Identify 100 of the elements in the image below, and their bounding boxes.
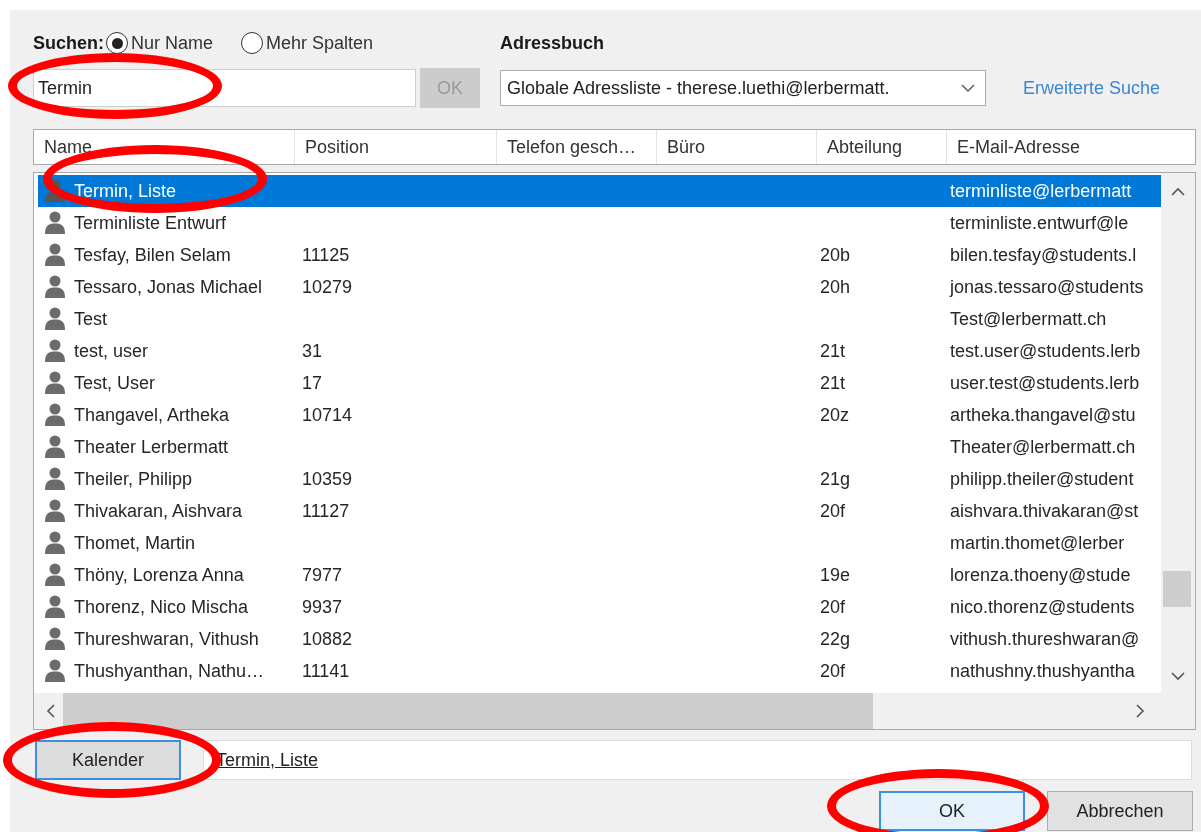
- radio-button[interactable]: Nur Name: [106, 32, 214, 54]
- table-row[interactable]: Theiler, Philipp 10359 21g philipp.theiler@student: [38, 463, 1161, 495]
- search-label: Suchen:: [33, 32, 104, 54]
- table-cell: 20b: [820, 244, 851, 266]
- table-row[interactable]: Thomet, Martin martin.thomet@lerber: [38, 527, 1161, 559]
- table-cell: artheka.thangavel@stu: [950, 404, 1136, 426]
- table-cell: Thöny, Lorenza Anna: [74, 564, 244, 586]
- person-icon: [44, 435, 66, 459]
- address-book-dropdown[interactable]: Globale Adressliste - therese.luethi@lerbermatt.: [500, 70, 986, 106]
- table-cell: 9937: [302, 596, 343, 618]
- table-cell: 11125: [302, 244, 350, 266]
- table-cell: Thushyanthan, Nathu…: [74, 660, 265, 682]
- table-cell: jonas.tessaro@students: [950, 276, 1144, 298]
- person-icon: [44, 659, 66, 683]
- chevron-up-icon: [1171, 187, 1185, 196]
- chevron-left-icon: [46, 704, 55, 718]
- table-row[interactable]: Thureshwaran, Vithush 10882 22g vithush.thureshwaran@: [38, 623, 1161, 655]
- table-row[interactable]: Terminliste Entwurf terminliste.entwurf@le: [38, 207, 1161, 239]
- table-cell: 20f: [820, 500, 846, 522]
- table-cell: Thorenz, Nico Mischa: [74, 596, 249, 618]
- table-cell: 31: [302, 340, 323, 362]
- table-cell: 17: [302, 372, 323, 394]
- table-row[interactable]: Test, User 17 21t user.test@students.lerb: [38, 367, 1161, 399]
- table-row[interactable]: Termin, Liste terminliste@lerbermatt: [38, 175, 1161, 207]
- table-cell: Test, User: [74, 372, 156, 394]
- table-cell: Theiler, Philipp: [74, 468, 193, 490]
- search-field[interactable]: Termin: [33, 69, 416, 107]
- cancel-button[interactable]: Abbrechen: [1047, 791, 1193, 831]
- person-icon: [44, 627, 66, 651]
- table-cell: bilen.tesfay@students.l: [950, 244, 1137, 266]
- table-row[interactable]: test, user 31 21t test.user@students.lerb: [38, 335, 1161, 367]
- table-cell: philipp.theiler@student: [950, 468, 1134, 490]
- table-row[interactable]: Thivakaran, Aishvara 11127 20f aishvara.thivakaran@st: [38, 495, 1161, 527]
- ok-button[interactable]: OK: [879, 791, 1025, 831]
- table-cell: user.test@students.lerb: [950, 372, 1140, 394]
- person-icon: [44, 179, 66, 203]
- table-cell: Theater@lerbermatt.ch: [950, 436, 1136, 458]
- table-cell: Test: [74, 308, 107, 330]
- table-cell: 10279: [302, 276, 353, 298]
- table-cell: Thivakaran, Aishvara: [74, 500, 243, 522]
- table-cell: 11141: [302, 660, 350, 682]
- chevron-down-icon: [1171, 672, 1185, 681]
- table-row[interactable]: Thorenz, Nico Mischa 9937 20f nico.thorenz@students: [38, 591, 1161, 623]
- table-cell: 21t: [820, 340, 846, 362]
- table-row[interactable]: Thushyanthan, Nathu… 11141 20f nathushny.thushyantha: [38, 655, 1161, 687]
- table-cell: 20h: [820, 276, 851, 298]
- person-icon: [44, 243, 66, 267]
- table-cell: Theater Lerbermatt: [74, 436, 229, 458]
- table-cell: terminliste@lerbermatt: [950, 180, 1132, 202]
- column-header[interactable]: Telefon gesch…: [496, 130, 656, 164]
- table-cell: 10359: [302, 468, 353, 490]
- person-icon: [44, 307, 66, 331]
- column-header[interactable]: E-Mail-Adresse: [946, 130, 1195, 164]
- address-book-label: Adressbuch: [500, 32, 605, 54]
- table-cell: 7977: [302, 564, 343, 586]
- table-row[interactable]: Theater Lerbermatt Theater@lerbermatt.ch: [38, 431, 1161, 463]
- table-cell: lorenza.thoeny@stude: [950, 564, 1131, 586]
- radio-button[interactable]: Mehr Spalten: [241, 32, 374, 54]
- table-row[interactable]: Thöny, Lorenza Anna 7977 19e lorenza.thoeny@stude: [38, 559, 1161, 591]
- table-cell: 21t: [820, 372, 846, 394]
- table-cell: 19e: [820, 564, 851, 586]
- column-header[interactable]: Position: [294, 130, 496, 164]
- table-cell: Tesfay, Bilen Selam: [74, 244, 231, 266]
- table-cell: 20f: [820, 596, 846, 618]
- vertical-scrollbar[interactable]: [1161, 173, 1195, 693]
- column-header[interactable]: Abteilung: [816, 130, 946, 164]
- table-cell: 10714: [302, 404, 353, 426]
- table-row[interactable]: Test Test@lerbermatt.ch: [38, 303, 1161, 335]
- table-cell: 21g: [820, 468, 851, 490]
- chevron-down-icon: [961, 83, 975, 93]
- table-row[interactable]: Tessaro, Jonas Michael 10279 20h jonas.tessaro@students: [38, 271, 1161, 303]
- table-cell: 11127: [302, 500, 350, 522]
- person-icon: [44, 531, 66, 555]
- table-cell: Test@lerbermatt.ch: [950, 308, 1107, 330]
- table-cell: 22g: [820, 628, 851, 650]
- person-icon: [44, 371, 66, 395]
- horizontal-scrollbar[interactable]: [34, 693, 1195, 729]
- table-cell: Thomet, Martin: [74, 532, 196, 554]
- calendar-button[interactable]: Kalender: [35, 740, 181, 780]
- table-cell: nico.thorenz@students: [950, 596, 1135, 618]
- table-cell: nathushny.thushyantha: [950, 660, 1135, 682]
- person-icon: [44, 403, 66, 427]
- person-icon: [44, 339, 66, 363]
- column-header[interactable]: Büro: [656, 130, 816, 164]
- table-cell: martin.thomet@lerber: [950, 532, 1125, 554]
- person-icon: [44, 467, 66, 491]
- table-cell: aishvara.thivakaran@st: [950, 500, 1139, 522]
- column-header[interactable]: Name: [34, 130, 294, 164]
- table-cell: 20z: [820, 404, 850, 426]
- table-cell: Thureshwaran, Vithush: [74, 628, 259, 650]
- table-cell: Thangavel, Artheka: [74, 404, 230, 426]
- table-row[interactable]: Tesfay, Bilen Selam 11125 20b bilen.tesfay@students.l: [38, 239, 1161, 271]
- table-cell: terminliste.entwurf@le: [950, 212, 1129, 234]
- scrollbar-thumb[interactable]: [1163, 571, 1191, 607]
- person-icon: [44, 595, 66, 619]
- scrollbar-thumb[interactable]: [63, 693, 873, 729]
- person-icon: [44, 563, 66, 587]
- table-cell: test, user: [74, 340, 149, 362]
- table-row[interactable]: Thangavel, Artheka 10714 20z artheka.thangavel@stu: [38, 399, 1161, 431]
- table-cell: Tessaro, Jonas Michael: [74, 276, 263, 298]
